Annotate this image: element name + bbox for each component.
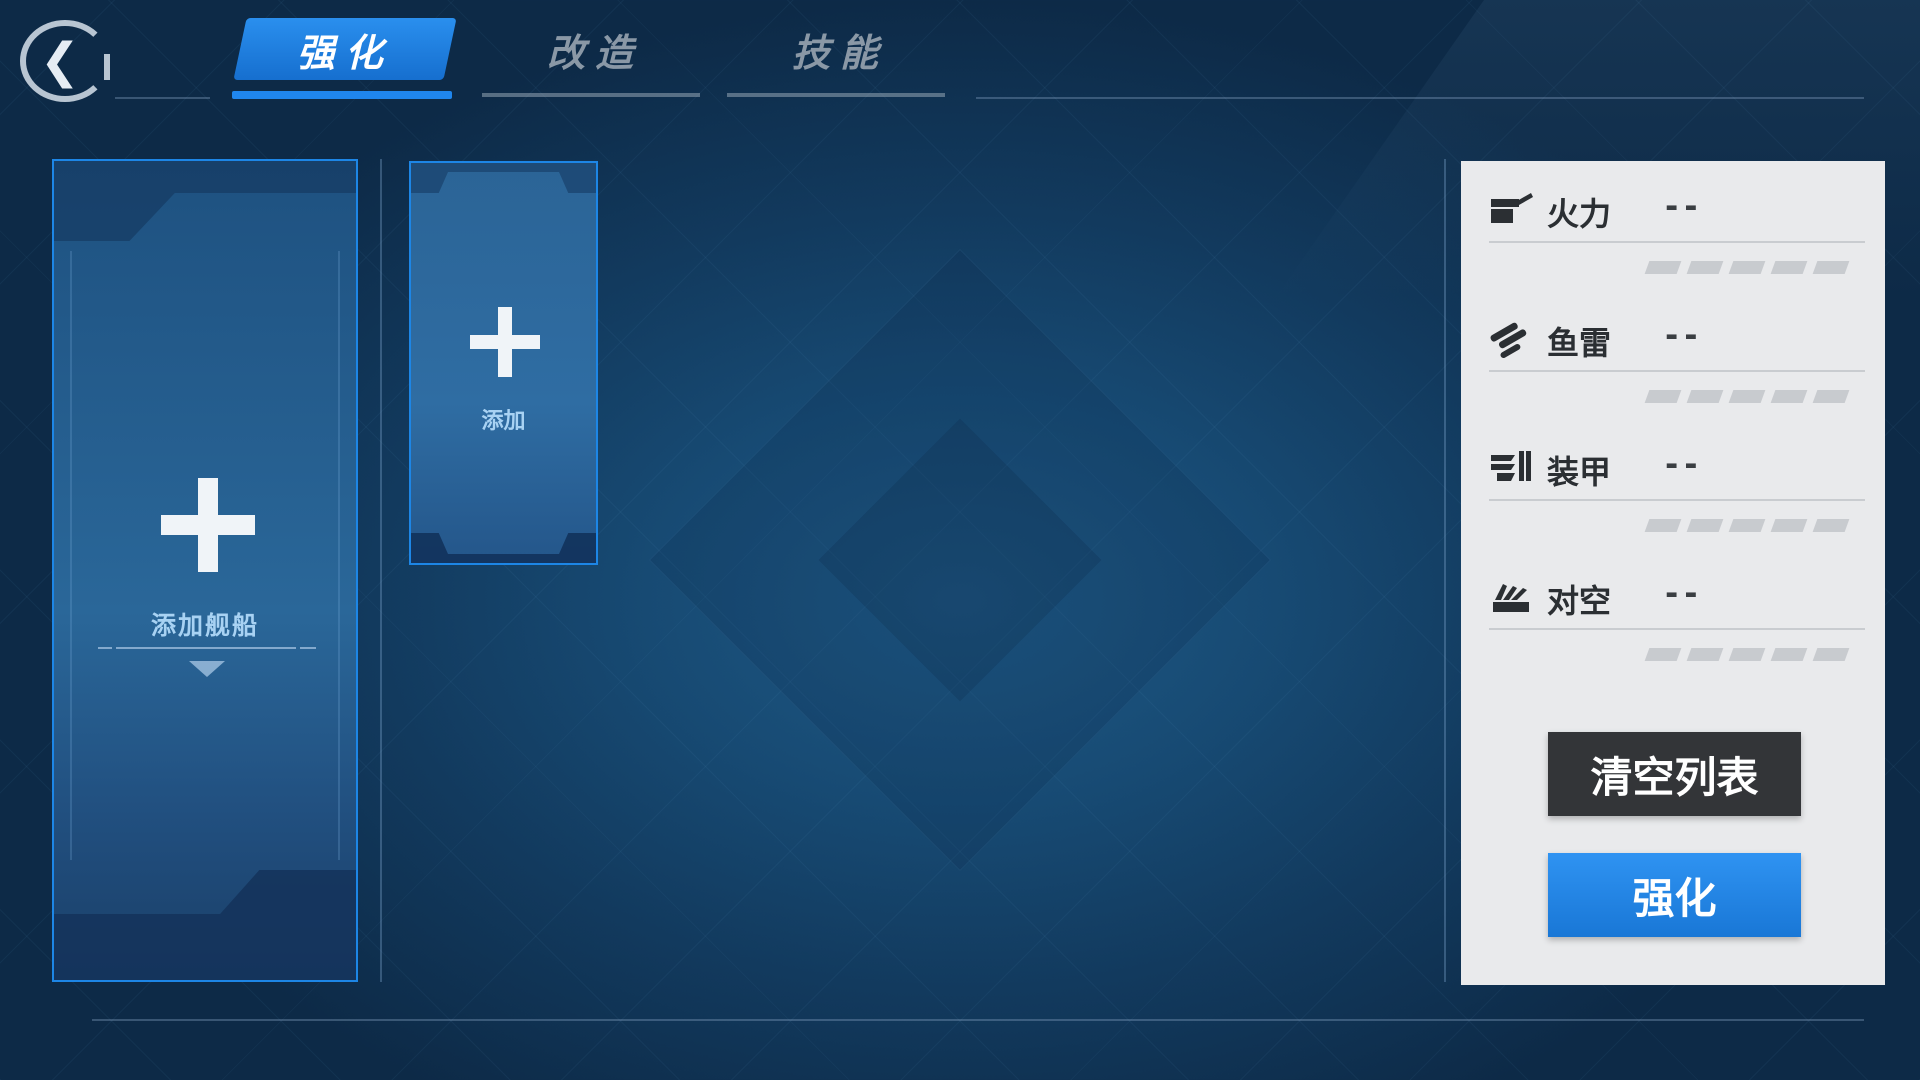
tab-skills[interactable]: 技能 [735, 18, 945, 80]
slot-frame-top [411, 163, 596, 193]
stat-value: -- [1665, 316, 1704, 354]
add-material-slot[interactable]: 添加 [409, 161, 598, 565]
top-divider-left [115, 97, 210, 99]
tab-enhance[interactable]: 强化 [233, 18, 457, 80]
cannon-icon [1491, 193, 1533, 223]
label-underline [116, 647, 296, 649]
clear-list-button[interactable]: 清空列表 [1548, 732, 1801, 816]
chevron-left-icon: ❮ [39, 33, 81, 89]
bottom-divider [92, 1019, 1864, 1021]
slot-frame-bottom [411, 533, 596, 563]
back-button[interactable]: ❮ [20, 20, 110, 102]
tab-retrofit-label: 改造 [546, 30, 643, 75]
stat-bars-armor [1644, 519, 1850, 532]
caret-down-icon [189, 661, 225, 677]
stat-bars-firepower [1644, 261, 1850, 274]
add-ship-slot[interactable]: 添加舰船 [52, 159, 358, 982]
slot-frame-bottom [54, 870, 356, 980]
back-button-tick [104, 54, 110, 80]
top-divider-right [976, 97, 1864, 99]
enhance-button[interactable]: 强化 [1548, 853, 1801, 937]
slot-frame-top [54, 161, 356, 241]
torpedo-icon [1490, 322, 1527, 358]
stat-name: 对空 [1547, 582, 1612, 620]
tab-skills-underline [727, 93, 945, 97]
stat-value: -- [1665, 187, 1704, 225]
stat-name: 鱼雷 [1547, 324, 1612, 362]
tab-enhance-underline [232, 91, 452, 99]
add-material-label: 添加 [481, 409, 526, 434]
stat-name: 装甲 [1547, 453, 1612, 491]
armor-icon [1491, 451, 1531, 481]
stat-bars-anti-air [1644, 648, 1850, 661]
stat-bars-torpedo [1644, 390, 1850, 403]
stat-value: -- [1665, 574, 1704, 612]
vertical-divider-left [380, 159, 382, 982]
stat-value: -- [1665, 445, 1704, 483]
stat-row-armor: 装甲 -- [1489, 431, 1865, 501]
tab-skills-label: 技能 [791, 30, 888, 75]
tab-retrofit[interactable]: 改造 [490, 18, 700, 80]
stat-name: 火力 [1547, 195, 1612, 233]
vertical-divider-right [1444, 159, 1446, 982]
stat-row-firepower: 火力 -- [1489, 173, 1865, 243]
label-underline-right [300, 647, 316, 649]
tab-enhance-label: 强化 [296, 30, 393, 75]
tab-retrofit-underline [482, 93, 700, 97]
anti-air-icon [1493, 584, 1529, 612]
add-ship-label: 添加舰船 [150, 611, 259, 640]
plus-icon [161, 478, 255, 572]
stat-row-torpedo: 鱼雷 -- [1489, 302, 1865, 372]
plus-icon [470, 307, 540, 377]
label-underline-left [98, 647, 112, 649]
stat-row-anti-air: 对空 -- [1489, 560, 1865, 630]
stats-panel: 火力 -- 鱼雷 -- 装甲 -- 对空 -- 清空列表 强化 [1461, 161, 1885, 985]
